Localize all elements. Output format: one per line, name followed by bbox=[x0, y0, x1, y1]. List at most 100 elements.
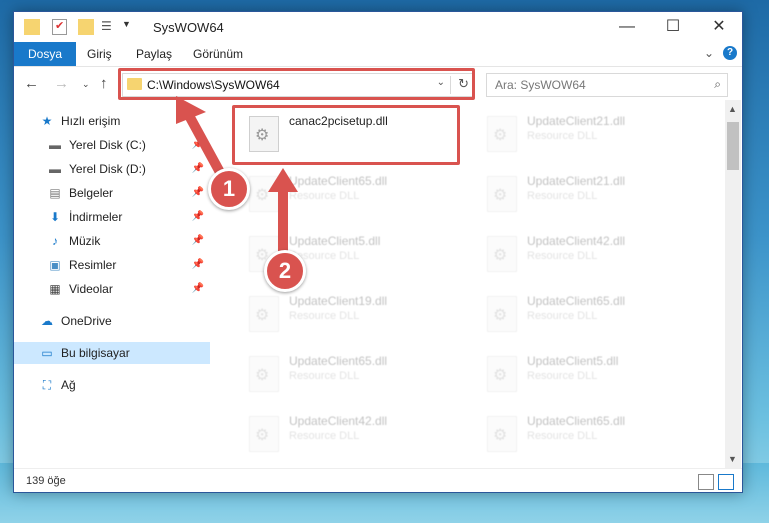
nav-quick-access[interactable]: ★ Hızlı erişim bbox=[14, 110, 210, 132]
file-desc: Resource DLL bbox=[527, 250, 598, 262]
tab-dosya[interactable]: Dosya bbox=[14, 42, 77, 66]
step-1-badge: 1 bbox=[208, 168, 250, 210]
dll-file-icon bbox=[487, 116, 517, 152]
file-item[interactable]: UpdateClient19.dll Resource DLL bbox=[231, 288, 456, 338]
nav-label: Yerel Disk (C:) bbox=[69, 138, 146, 152]
search-input[interactable]: Ara: SysWOW64 bbox=[495, 78, 586, 92]
recent-locations-icon[interactable]: ⌄ bbox=[82, 79, 90, 90]
drive-icon: ▬ bbox=[49, 138, 61, 152]
item-count: 139 öğe bbox=[26, 475, 66, 487]
tab-giris[interactable]: Giriş bbox=[85, 42, 114, 66]
search-box[interactable]: Ara: SysWOW64 ⌕ bbox=[486, 73, 728, 97]
file-desc: Resource DLL bbox=[527, 370, 598, 382]
scroll-thumb[interactable] bbox=[727, 122, 739, 170]
file-item[interactable]: UpdateClient65.dll Resource DLL bbox=[469, 408, 694, 458]
status-bar: 139 öğe bbox=[14, 468, 742, 492]
expand-ribbon-icon[interactable]: ⌄ bbox=[704, 46, 714, 60]
file-item[interactable]: UpdateClient65.dll Resource DLL bbox=[231, 348, 456, 398]
nav-onedrive[interactable]: ☁ OneDrive bbox=[14, 310, 210, 332]
window-title: SysWOW64 bbox=[153, 20, 224, 35]
file-name: UpdateClient42.dll bbox=[527, 234, 626, 248]
details-view-icon[interactable] bbox=[698, 474, 714, 490]
ribbon-tabs: Dosya Giriş Paylaş Görünüm ⌄ ? bbox=[14, 42, 742, 66]
nav-label: OneDrive bbox=[61, 314, 112, 328]
pin-icon[interactable]: 📌 bbox=[192, 206, 204, 228]
nav-label: Müzik bbox=[69, 234, 101, 248]
network-icon: ⛶ bbox=[42, 378, 52, 392]
dll-file-icon bbox=[487, 176, 517, 212]
dll-file-icon bbox=[249, 356, 279, 392]
pin-icon[interactable]: 📌 bbox=[192, 158, 204, 180]
file-desc: Resource DLL bbox=[527, 310, 598, 322]
file-item[interactable]: UpdateClient65.dll Resource DLL bbox=[231, 168, 456, 218]
file-item[interactable]: UpdateClient21.dll Resource DLL bbox=[469, 108, 694, 158]
tab-paylas[interactable]: Paylaş bbox=[134, 42, 174, 66]
file-name: UpdateClient65.dll bbox=[289, 174, 388, 188]
file-name: UpdateClient21.dll bbox=[527, 114, 626, 128]
file-item[interactable]: UpdateClient5.dll Resource DLL bbox=[469, 348, 694, 398]
new-folder-icon[interactable] bbox=[78, 19, 94, 35]
file-item[interactable]: UpdateClient42.dll Resource DLL bbox=[469, 228, 694, 278]
scroll-down-icon[interactable]: ▼ bbox=[728, 454, 737, 464]
maximize-button[interactable]: ☐ bbox=[650, 12, 696, 42]
file-desc: Resource DLL bbox=[289, 310, 360, 322]
nav-this-pc[interactable]: ▭ Bu bilgisayar bbox=[14, 342, 210, 364]
nav-label: Hızlı erişim bbox=[61, 114, 121, 128]
pictures-icon: ▣ bbox=[49, 258, 61, 272]
file-desc: Resource DLL bbox=[289, 190, 360, 202]
pin-icon[interactable]: 📌 bbox=[192, 182, 204, 204]
tab-gorunum[interactable]: Görünüm bbox=[191, 42, 245, 66]
computer-icon: ▭ bbox=[41, 346, 53, 360]
file-name: UpdateClient21.dll bbox=[527, 174, 626, 188]
file-desc: Resource DLL bbox=[527, 190, 598, 202]
file-item[interactable]: UpdateClient42.dll Resource DLL bbox=[231, 408, 456, 458]
documents-icon: ▤ bbox=[49, 186, 61, 200]
nav-item-music[interactable]: ♪ Müzik 📌 bbox=[14, 230, 210, 252]
pin-icon[interactable]: 📌 bbox=[192, 254, 204, 276]
back-button[interactable]: ← bbox=[24, 75, 39, 92]
pin-icon[interactable]: 📌 bbox=[192, 230, 204, 252]
address-bar-highlight bbox=[118, 68, 475, 100]
nav-item-local-disk-c[interactable]: ▬ Yerel Disk (C:) 📌 bbox=[14, 134, 210, 156]
file-desc: Resource DLL bbox=[527, 430, 598, 442]
large-icons-view-icon[interactable] bbox=[718, 474, 734, 490]
nav-label: İndirmeler bbox=[69, 210, 123, 224]
properties-icon[interactable]: ✔ bbox=[52, 19, 67, 35]
cloud-icon: ☁ bbox=[41, 314, 53, 328]
dll-file-icon bbox=[487, 296, 517, 332]
nav-item-documents[interactable]: ▤ Belgeler 📌 bbox=[14, 182, 210, 204]
rename-icon[interactable]: ☰ bbox=[101, 19, 117, 35]
chevron-down-icon[interactable]: ▼ bbox=[122, 19, 138, 35]
download-icon: ⬇ bbox=[49, 210, 61, 224]
scroll-up-icon[interactable]: ▲ bbox=[728, 104, 737, 114]
pin-icon[interactable]: 📌 bbox=[192, 278, 204, 300]
pin-icon[interactable]: 📌 bbox=[192, 134, 204, 156]
nav-item-local-disk-d[interactable]: ▬ Yerel Disk (D:) 📌 bbox=[14, 158, 210, 180]
video-icon: ▦ bbox=[49, 282, 61, 296]
nav-network[interactable]: ⛶ Ağ bbox=[14, 374, 210, 396]
vertical-scrollbar[interactable]: ▲ ▼ bbox=[725, 100, 741, 468]
nav-item-pictures[interactable]: ▣ Resimler 📌 bbox=[14, 254, 210, 276]
file-highlight bbox=[232, 105, 460, 165]
file-item[interactable]: UpdateClient21.dll Resource DLL bbox=[469, 168, 694, 218]
up-button[interactable]: ↑ bbox=[100, 75, 108, 92]
file-desc: Resource DLL bbox=[527, 130, 598, 142]
file-name: UpdateClient65.dll bbox=[527, 294, 626, 308]
help-icon[interactable]: ? bbox=[723, 46, 737, 60]
star-icon: ★ bbox=[41, 114, 53, 128]
dll-file-icon bbox=[487, 356, 517, 392]
minimize-button[interactable]: — bbox=[604, 12, 650, 42]
file-desc: Resource DLL bbox=[289, 430, 360, 442]
nav-item-downloads[interactable]: ⬇ İndirmeler 📌 bbox=[14, 206, 210, 228]
navigation-pane: ★ Hızlı erişim ▬ Yerel Disk (C:) 📌 ▬ Yer… bbox=[14, 100, 210, 468]
nav-item-videos[interactable]: ▦ Videolar 📌 bbox=[14, 278, 210, 300]
close-button[interactable]: ✕ bbox=[696, 12, 742, 42]
file-name: UpdateClient19.dll bbox=[289, 294, 388, 308]
forward-button[interactable]: → bbox=[54, 75, 69, 92]
file-name: UpdateClient5.dll bbox=[289, 234, 381, 248]
search-icon: ⌕ bbox=[714, 77, 721, 91]
file-item[interactable]: UpdateClient65.dll Resource DLL bbox=[469, 288, 694, 338]
nav-label: Yerel Disk (D:) bbox=[69, 162, 146, 176]
nav-label: Belgeler bbox=[69, 186, 114, 200]
nav-label: Ağ bbox=[61, 378, 76, 392]
